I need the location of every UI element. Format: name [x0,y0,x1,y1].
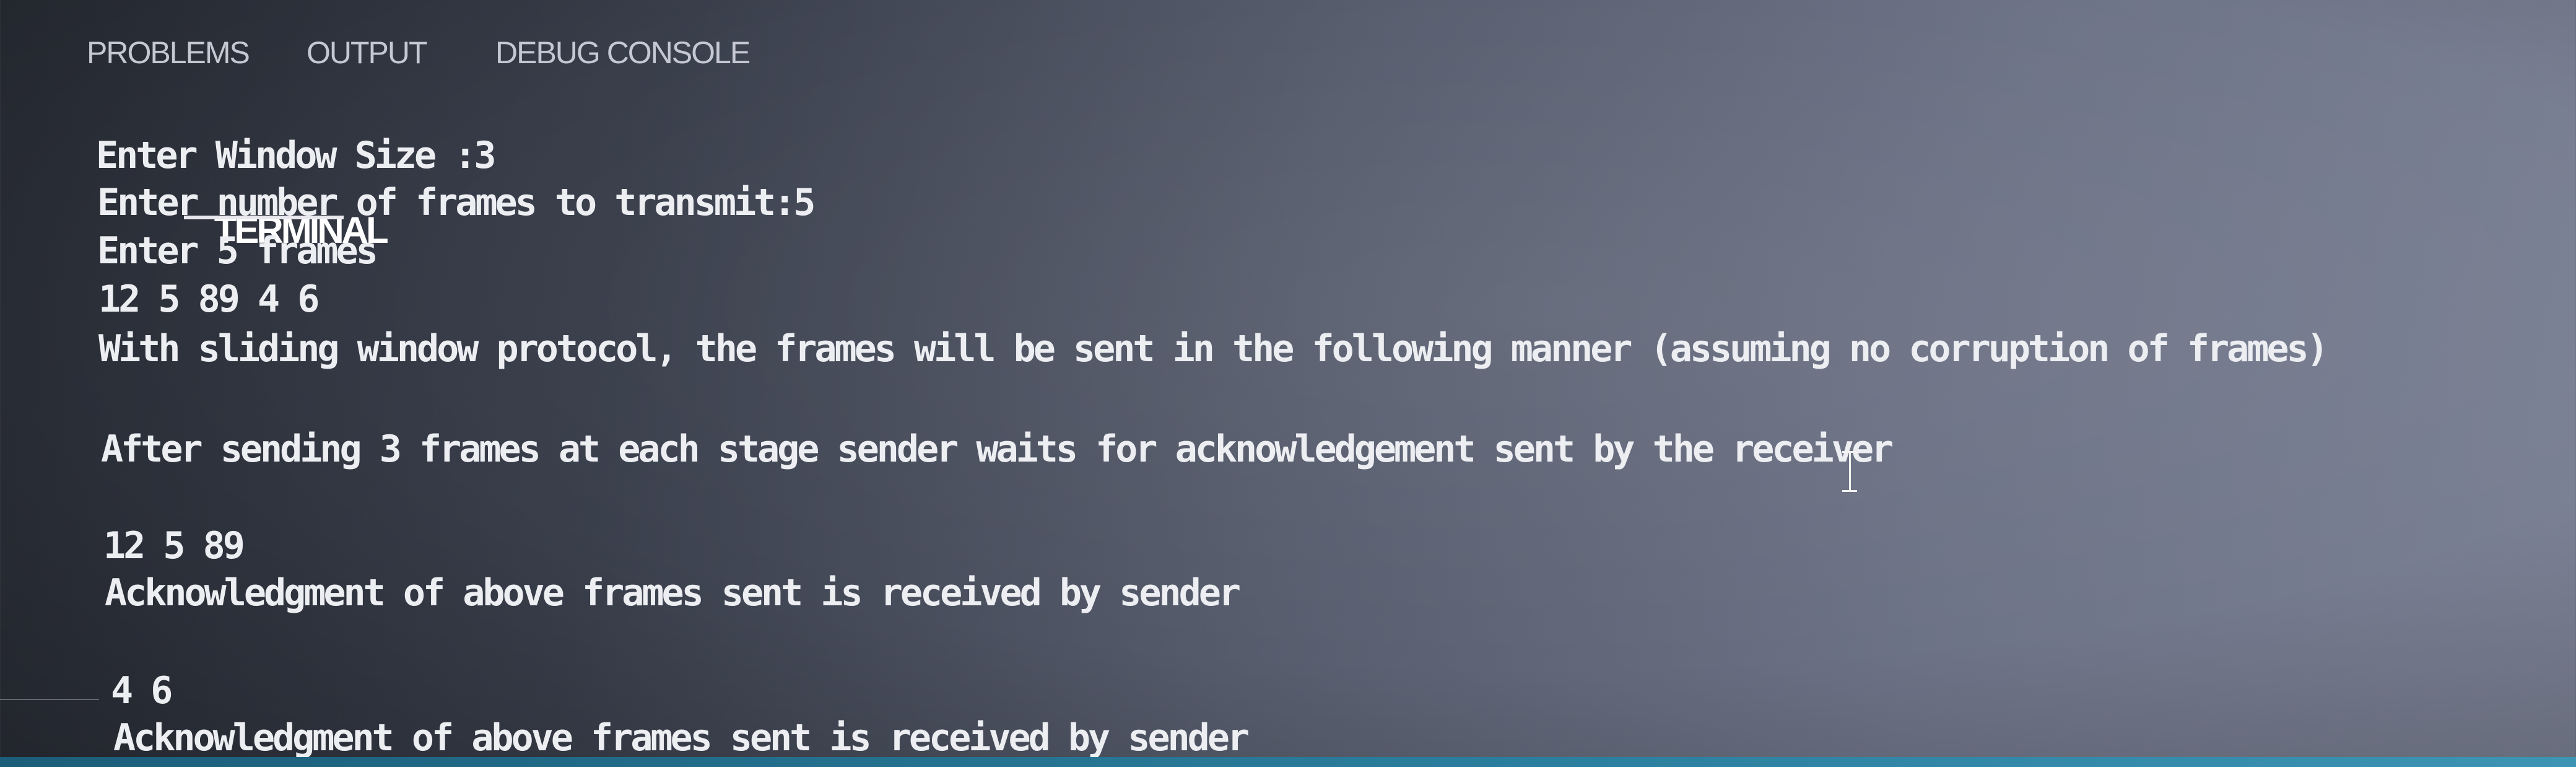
tab-problems[interactable]: PROBLEMS [87,30,307,97]
status-bar [0,757,2576,767]
terminal-line: Enter number of frames to transmit:5 [97,181,816,224]
terminal-line: Acknowledgment of above frames sent is r… [105,571,1241,615]
panel-tab-bar: PROBLEMS OUTPUT DEBUG CONSOLE TERMINAL [87,30,824,251]
terminal-line: Enter Window Size :3 [96,134,496,177]
terminal-line: 12 5 89 [103,524,245,568]
terminal-line: After sending 3 frames at each stage sen… [101,427,1894,471]
terminal-line: With sliding window protocol, the frames… [98,327,2329,370]
terminal-line: 12 5 89 4 6 [98,278,320,321]
tab-debug-console[interactable]: DEBUG CONSOLE [495,30,824,97]
tab-output[interactable]: OUTPUT [307,30,495,97]
terminal-output[interactable]: Enter Window Size :3 Enter number of fra… [96,131,2567,763]
divider [0,699,99,700]
terminal-line: Enter 5 frames [97,229,378,273]
text-cursor-icon [1842,451,1857,492]
terminal-line: 4 6 [111,669,173,712]
terminal-line: Acknowledgment of above frames sent is r… [113,716,1250,760]
